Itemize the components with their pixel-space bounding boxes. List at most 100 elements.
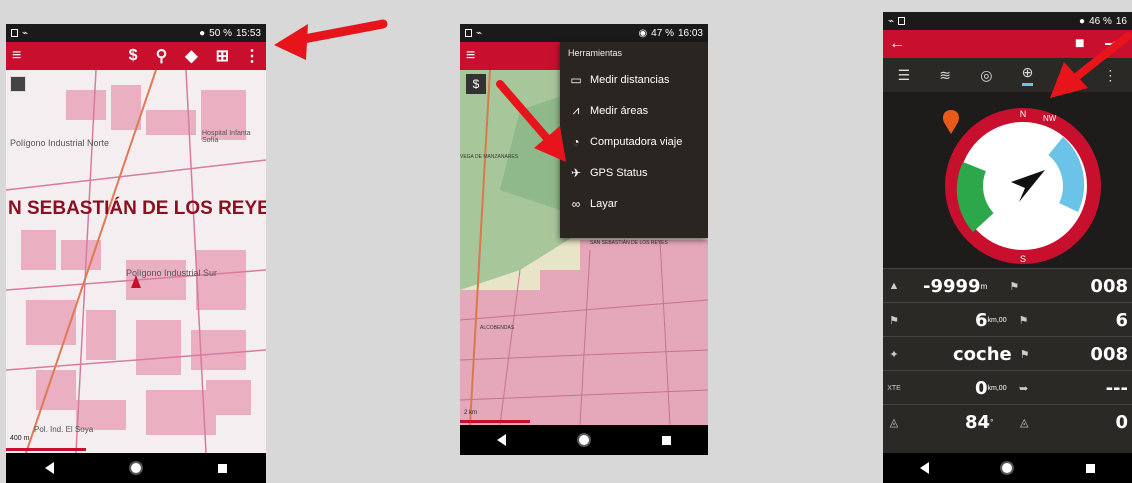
callout-arrow-statusbar <box>274 19 388 60</box>
menu-icon[interactable]: ≡ <box>12 47 21 65</box>
turn-icon: ➥ <box>1018 382 1029 395</box>
recents-icon[interactable] <box>218 463 228 473</box>
map-label-sanse: SAN SEBASTIÁN DE LOS REYES <box>590 240 668 246</box>
android-nav-bar <box>460 425 708 455</box>
row-value: 6 <box>975 309 988 331</box>
row-value: -9999 <box>923 275 981 297</box>
menu-item-label: Medir áreas <box>590 104 649 117</box>
notification-icon: ⌁ <box>888 15 895 27</box>
topo-map[interactable]: Polígono Industrial Norte Hospital Infan… <box>6 70 266 453</box>
trip-row: ◬ 84 ° ◬ 0 <box>883 404 1132 439</box>
row-unit: km,00 <box>987 384 1007 392</box>
row-unit: m <box>980 281 988 291</box>
trip-row: ✦ coche ⚑ 008 <box>883 336 1132 371</box>
home-icon[interactable] <box>578 435 589 445</box>
back-icon[interactable] <box>44 462 54 474</box>
pin-icon: ✦ <box>889 348 899 361</box>
callout-arrow-trip-computer <box>496 80 566 162</box>
xte-icon: XTE <box>887 384 901 392</box>
sim-icon <box>11 29 18 37</box>
sim-icon <box>898 17 906 25</box>
status-bar: ⌁ ◉ 47 % 16:03 <box>460 24 708 42</box>
row-value: coche <box>953 343 1012 365</box>
status-bar: ⌁ ● 50 % 15:53 <box>6 24 266 42</box>
row-right-value: --- <box>1105 377 1128 399</box>
flag-icon: ⚑ <box>1009 280 1020 293</box>
android-nav-bar <box>6 453 266 483</box>
layar-icon: ∞ <box>571 196 581 211</box>
battery-label: 46 % <box>1089 15 1112 27</box>
tools-icon[interactable]: $ <box>129 47 138 65</box>
location-icon: ● <box>1079 15 1086 27</box>
menu-title: Herramientas <box>568 48 623 58</box>
svg-text:S: S <box>1020 254 1026 264</box>
menu-item-layar[interactable]: ∞ Layar <box>560 188 708 219</box>
menu-item-label: Medir distancias <box>590 73 670 86</box>
waypoint-icon[interactable]: ⚲ <box>156 46 168 66</box>
svg-text:N: N <box>1020 109 1027 119</box>
notification-icon: ⌁ <box>476 27 483 39</box>
battery-label: 47 % <box>651 27 674 39</box>
clock: 15:53 <box>235 27 261 39</box>
graph-tab-icon[interactable]: ≋ <box>939 67 951 84</box>
clock: 16 <box>1115 15 1127 27</box>
trip-row: ⚑ 6 km,00 ⚑ 6 <box>883 302 1132 337</box>
menu-item-measure-area[interactable]: ⩘ Medir áreas <box>560 95 708 126</box>
menu-item-label: Layar <box>590 197 618 210</box>
route-icon[interactable]: ◆ <box>185 46 197 66</box>
battery-label: 50 % <box>209 27 232 39</box>
list-tab-icon[interactable]: ☰ <box>898 67 911 84</box>
map-label-north: Polígono Industrial Norte <box>10 138 110 148</box>
menu-item-measure-distance[interactable]: ▭ Medir distancias <box>560 64 708 95</box>
back-icon[interactable] <box>919 462 929 474</box>
menu-item-label: GPS Status <box>590 166 648 179</box>
menu-item-gps-status[interactable]: ✈ GPS Status <box>560 157 708 188</box>
recents-icon[interactable] <box>1086 463 1096 473</box>
phone-screen-map: ⌁ ● 50 % 15:53 ≡ $ ⚲ ◆ ⊞ ⋮ Polígono Indu… <box>6 24 266 483</box>
map-label-south: Polígono Industrial Sur <box>126 268 218 278</box>
row-right-value: 6 <box>1115 309 1128 331</box>
row-value: 84 <box>965 411 991 433</box>
location-icon: ◉ <box>638 27 648 39</box>
map-scale-label: 400 m <box>10 435 30 442</box>
map-label-alcobendas: ALCOBENDAS <box>480 325 515 331</box>
menu-item-label: Computadora viaje <box>590 135 683 148</box>
menu-icon[interactable]: ≡ <box>466 47 475 65</box>
android-nav-bar <box>883 453 1132 483</box>
bearing-icon: ◬ <box>1020 416 1029 429</box>
bearing-icon: ◬ <box>889 416 899 429</box>
map-label-city: N SEBASTIÁN DE LOS REYE <box>8 198 266 219</box>
overflow-menu-icon[interactable]: ⋮ <box>244 46 260 66</box>
row-unit: ° <box>990 417 994 427</box>
altitude-icon: ▲ <box>888 280 900 292</box>
row-unit: km,00 <box>987 316 1007 324</box>
tools-fab[interactable]: $ <box>466 74 486 94</box>
trip-row: ▲ -9999 m ⚑ 008 <box>883 268 1132 303</box>
app-toolbar: ≡ $ ⚲ ◆ ⊞ ⋮ <box>6 42 266 70</box>
menu-item-trip-computer[interactable]: ◔ Computadora viaje <box>560 126 708 157</box>
compass-heading-label: NW <box>1043 114 1057 123</box>
tools-dropdown-menu: Herramientas ▭ Medir distancias ⩘ Medir … <box>560 42 708 238</box>
notification-icon: ⌁ <box>22 27 29 39</box>
trip-data-grid: ▲ -9999 m ⚑ 008 ⚑ 6 km,00 ⚑ 6 ✦ coche ⚑ … <box>883 268 1132 453</box>
map-layers-icon[interactable]: ⊞ <box>216 46 229 66</box>
row-right-value: 0 <box>1115 411 1128 433</box>
map-label-pol-ind: Pol. Ind. El Soya <box>34 425 94 434</box>
flag-icon: ⚑ <box>889 314 899 327</box>
speedometer-tab-icon[interactable]: ◎ <box>980 67 992 84</box>
back-icon[interactable] <box>496 434 506 446</box>
home-icon[interactable] <box>130 463 141 473</box>
flag-icon: ⚑ <box>1018 314 1029 327</box>
flag-icon: ⚑ <box>1019 348 1030 361</box>
compass-panel: N S NW <box>883 92 1132 268</box>
clock: 16:03 <box>677 27 703 39</box>
gps-button[interactable] <box>10 76 26 92</box>
map-label-hospital: Hospital Infanta Sofía <box>202 130 251 144</box>
compass-tab-icon[interactable]: ⊕ <box>1021 64 1034 86</box>
callout-arrow-compass-tab <box>1050 32 1132 98</box>
row-right-value: 008 <box>1090 275 1128 297</box>
sim-icon <box>465 29 472 37</box>
home-icon[interactable] <box>1002 463 1013 473</box>
recents-icon[interactable] <box>662 435 672 445</box>
back-arrow-icon[interactable]: ← <box>889 35 905 53</box>
